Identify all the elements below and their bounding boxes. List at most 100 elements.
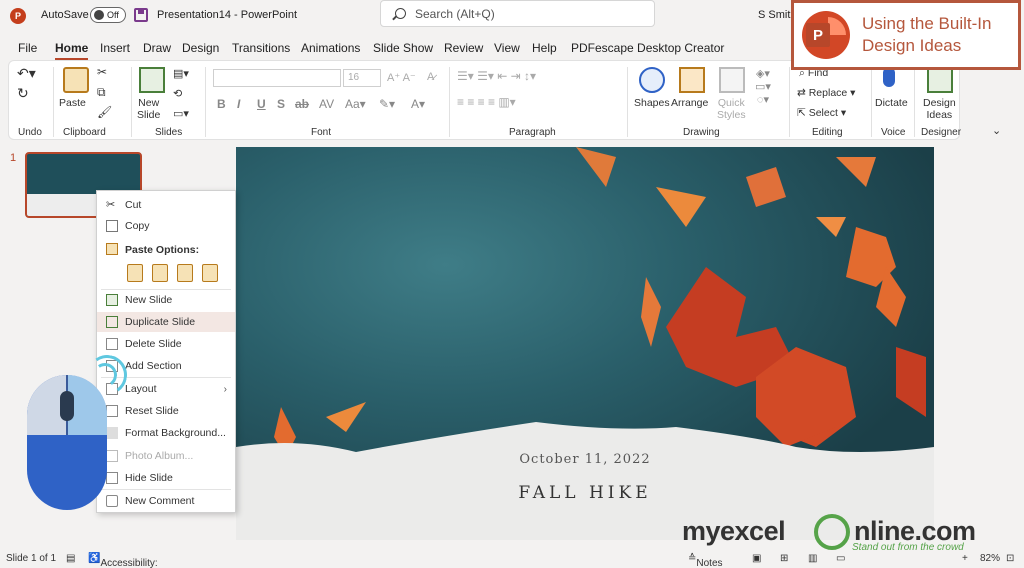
design-ideas-icon[interactable]: [927, 67, 953, 93]
callout-text: Using the Built-In Design Ideas: [862, 13, 991, 57]
font-size-box[interactable]: 16: [343, 69, 381, 87]
shapes-icon[interactable]: [639, 67, 665, 93]
tab-design[interactable]: Design: [182, 41, 219, 55]
paste-picture-icon[interactable]: [177, 264, 193, 282]
clear-format-icon[interactable]: A̷: [427, 71, 434, 83]
redo-icon[interactable]: ↻: [17, 85, 29, 102]
photo-album-icon: [106, 450, 118, 462]
autosave-toggle[interactable]: Off: [90, 7, 126, 23]
dictate-button[interactable]: Dictate: [875, 97, 908, 109]
tab-file[interactable]: File: [18, 41, 37, 55]
slide-date[interactable]: October 11, 2022: [236, 452, 934, 467]
copy-icon[interactable]: ⧉: [97, 85, 106, 100]
brand-watermark: myexcel nline.com Stand out from the cro…: [682, 510, 1002, 556]
accessibility-status[interactable]: ♿ Accessibility: Good to go: [88, 553, 158, 568]
language-icon[interactable]: ▤: [66, 553, 75, 564]
tab-slide-show[interactable]: Slide Show: [373, 41, 433, 55]
menu-label-duplicate-slide: Duplicate Slide: [125, 316, 196, 328]
layout-icon[interactable]: ▤▾: [173, 67, 189, 80]
slide-title[interactable]: FALL HIKE: [236, 483, 934, 503]
new-slide-label-2: Slide: [137, 109, 161, 121]
new-slide-button[interactable]: New Slide: [137, 97, 160, 121]
menu-item-new-slide[interactable]: New Slide: [97, 290, 235, 310]
replace-button[interactable]: ⇄ Replace ▾: [797, 87, 855, 99]
reset-icon[interactable]: ⟲: [173, 87, 182, 100]
menu-item-duplicate-slide[interactable]: Duplicate Slide: [97, 312, 235, 332]
change-case-icon[interactable]: Aa▾: [345, 97, 366, 111]
tab-transitions[interactable]: Transitions: [232, 41, 290, 55]
design-ideas-label-2: Ideas: [926, 109, 953, 121]
menu-label-cut: Cut: [125, 199, 142, 211]
grow-font-icon[interactable]: A⁺ A⁻: [387, 71, 416, 84]
watermark-brand-left: myexcel: [682, 516, 786, 546]
new-slide-icon: [106, 294, 118, 306]
menu-item-copy[interactable]: Copy: [97, 216, 235, 236]
save-icon[interactable]: [134, 8, 148, 22]
paste-use-destination-icon[interactable]: [152, 264, 168, 282]
bold-icon[interactable]: B: [217, 97, 226, 111]
menu-item-cut[interactable]: ✂ Cut: [97, 195, 235, 215]
arrange-button[interactable]: Arrange: [671, 97, 708, 109]
tab-help[interactable]: Help: [532, 41, 557, 55]
powerpoint-logo-icon: P: [802, 11, 850, 59]
arrange-icon[interactable]: [679, 67, 705, 93]
paste-icon[interactable]: [63, 67, 89, 93]
menu-item-hide-slide[interactable]: Hide Slide: [97, 468, 235, 488]
tab-pdfescape[interactable]: PDFescape Desktop Creator: [571, 41, 724, 55]
scissors-icon: ✂: [106, 199, 116, 211]
paste-button[interactable]: Paste: [59, 97, 86, 109]
section-icon[interactable]: ▭▾: [173, 107, 189, 120]
document-title: Presentation14 - PowerPoint: [157, 9, 298, 21]
duplicate-slide-icon: [106, 316, 118, 328]
cut-icon[interactable]: ✂: [97, 65, 107, 79]
search-box[interactable]: Search (Alt+Q): [380, 0, 655, 27]
shape-fill-icon[interactable]: ◈▾ ▭▾ ◌▾: [755, 67, 771, 106]
shapes-button[interactable]: Shapes: [634, 97, 670, 109]
tab-view[interactable]: View: [494, 41, 520, 55]
tab-insert[interactable]: Insert: [100, 41, 130, 55]
menu-label-copy: Copy: [125, 220, 150, 232]
menu-item-format-background[interactable]: Format Background...: [97, 423, 235, 443]
quick-styles-label-2: Styles: [717, 109, 746, 121]
highlight-icon[interactable]: ✎▾: [379, 97, 395, 111]
paste-text-only-icon[interactable]: [202, 264, 218, 282]
collapse-ribbon-icon[interactable]: ⌄: [992, 124, 1001, 137]
shadow-icon[interactable]: S: [277, 97, 285, 111]
hide-slide-icon: [106, 472, 118, 484]
slide-canvas[interactable]: October 11, 2022 FALL HIKE: [236, 147, 934, 540]
tab-draw[interactable]: Draw: [143, 41, 171, 55]
menu-item-delete-slide[interactable]: Delete Slide: [97, 334, 235, 354]
tab-animations[interactable]: Animations: [301, 41, 360, 55]
align-icons[interactable]: ≡ ≡ ≡ ≡ ▥▾: [457, 95, 516, 109]
tab-review[interactable]: Review: [444, 41, 483, 55]
powerpoint-app-icon: P: [10, 8, 26, 24]
menu-label-new-slide: New Slide: [125, 294, 173, 306]
paste-keep-source-icon[interactable]: [127, 264, 143, 282]
fit-slide-icon[interactable]: ⊡: [1006, 553, 1014, 564]
new-slide-icon[interactable]: [139, 67, 165, 93]
quick-styles-icon[interactable]: [719, 67, 745, 93]
undo-icon[interactable]: ↶▾: [17, 65, 36, 82]
underline-icon[interactable]: U: [257, 97, 266, 111]
strikethrough-icon[interactable]: ab: [295, 97, 309, 111]
callout-line-1: Using the Built-In: [862, 14, 992, 33]
quick-styles-button[interactable]: Quick Styles: [717, 97, 746, 121]
bullets-icon[interactable]: ☰▾ ☰▾ ⇤ ⇥ ↕▾: [457, 69, 536, 83]
design-ideas-button[interactable]: Design Ideas: [923, 97, 956, 121]
slide-count: Slide 1 of 1: [6, 553, 57, 564]
menu-item-new-comment[interactable]: New Comment: [97, 491, 235, 511]
menu-item-reset-slide[interactable]: Reset Slide: [97, 401, 235, 421]
ribbon: ↶▾ ↻ Undo Paste ✂ ⧉ 🖌 Clipboard New Slid…: [8, 60, 961, 140]
font-family-box[interactable]: [213, 69, 341, 87]
menu-label-hide-slide: Hide Slide: [125, 472, 173, 484]
char-spacing-icon[interactable]: AV: [319, 97, 334, 111]
microphone-icon[interactable]: [883, 67, 895, 87]
tab-home[interactable]: Home: [55, 41, 89, 61]
format-painter-icon[interactable]: 🖌: [97, 105, 112, 119]
italic-icon[interactable]: I: [237, 97, 240, 111]
format-background-icon: [106, 427, 118, 439]
menu-item-photo-album[interactable]: Photo Album...: [97, 446, 235, 466]
search-icon: [395, 8, 406, 19]
select-button[interactable]: ⇱ Select ▾: [797, 107, 846, 119]
font-color-icon[interactable]: A▾: [411, 97, 425, 111]
